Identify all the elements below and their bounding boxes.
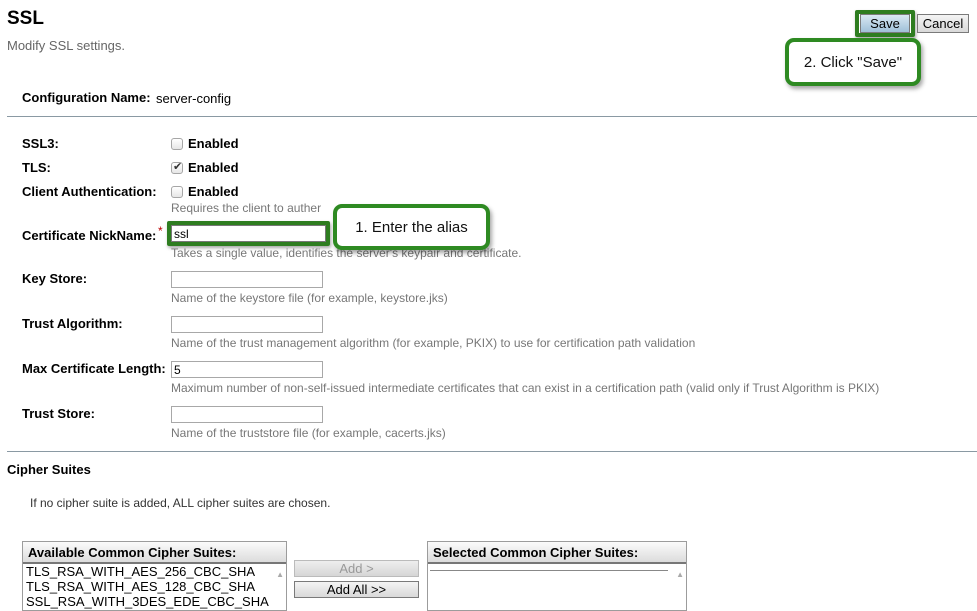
tls-enabled-label: Enabled: [188, 160, 239, 175]
list-item[interactable]: TLS_RSA_WITH_AES_128_CBC_SHA: [23, 579, 286, 594]
client-auth-checkbox[interactable]: [171, 186, 183, 198]
trust-store-input[interactable]: [171, 406, 323, 423]
scroll-up-icon[interactable]: ▲: [676, 570, 684, 579]
selected-cipher-header: Selected Common Cipher Suites:: [428, 542, 686, 564]
available-cipher-list[interactable]: Available Common Cipher Suites: TLS_RSA_…: [22, 541, 287, 611]
ssl3-enabled-label: Enabled: [188, 136, 239, 151]
alias-callout: 1. Enter the alias: [333, 204, 490, 250]
client-auth-enabled-label: Enabled: [188, 184, 239, 199]
list-item[interactable]: TLS_RSA_WITH_AES_256_CBC_SHA: [23, 564, 286, 579]
cert-nickname-label: Certificate NickName:: [22, 228, 157, 243]
tls-checkbox[interactable]: ✔: [171, 161, 183, 174]
available-cipher-header: Available Common Cipher Suites:: [23, 542, 286, 564]
trust-algorithm-input[interactable]: [171, 316, 323, 333]
save-button[interactable]: Save: [860, 14, 910, 33]
max-cert-length-input[interactable]: [171, 361, 323, 378]
divider: [7, 451, 977, 452]
tls-label: TLS:: [22, 160, 51, 175]
max-cert-length-help: Maximum number of non-self-issued interm…: [171, 381, 880, 395]
cert-nickname-input[interactable]: [171, 225, 326, 242]
ssl3-label: SSL3:: [22, 136, 59, 151]
trust-algorithm-label: Trust Algorithm:: [22, 316, 123, 331]
trust-store-label: Trust Store:: [22, 406, 95, 421]
scroll-up-icon[interactable]: ▲: [276, 570, 284, 579]
save-callout: 2. Click "Save": [785, 38, 921, 86]
page-title: SSL: [7, 8, 44, 29]
trust-store-help: Name of the truststore file (for example…: [171, 426, 446, 440]
max-cert-length-label: Max Certificate Length:: [22, 361, 166, 376]
client-auth-help: Requires the client to auther: [171, 201, 322, 215]
client-auth-label: Client Authentication:: [22, 184, 157, 199]
required-marker: *: [158, 224, 163, 238]
list-item[interactable]: SSL_RSA_WITH_3DES_EDE_CBC_SHA: [23, 594, 286, 609]
key-store-input[interactable]: [171, 271, 323, 288]
config-name-label: Configuration Name:: [22, 90, 151, 105]
selected-cipher-list[interactable]: Selected Common Cipher Suites: ▲: [427, 541, 687, 611]
checkmark-icon: ✔: [173, 161, 183, 173]
key-store-help: Name of the keystore file (for example, …: [171, 291, 448, 305]
cipher-suites-title: Cipher Suites: [7, 462, 91, 477]
cipher-suites-help: If no cipher suite is added, ALL cipher …: [30, 496, 331, 510]
key-store-label: Key Store:: [22, 271, 88, 286]
add-all-button[interactable]: Add All >>: [294, 581, 419, 598]
config-name-value: server-config: [156, 91, 232, 106]
ssl3-checkbox[interactable]: [171, 138, 183, 150]
page-help-text: Modify SSL settings.: [7, 38, 126, 53]
add-button[interactable]: Add >: [294, 560, 419, 577]
divider: [7, 116, 977, 117]
empty-list-row: [430, 570, 668, 571]
trust-algorithm-help: Name of the trust management algorithm (…: [171, 336, 696, 350]
cancel-button[interactable]: Cancel: [917, 14, 969, 33]
